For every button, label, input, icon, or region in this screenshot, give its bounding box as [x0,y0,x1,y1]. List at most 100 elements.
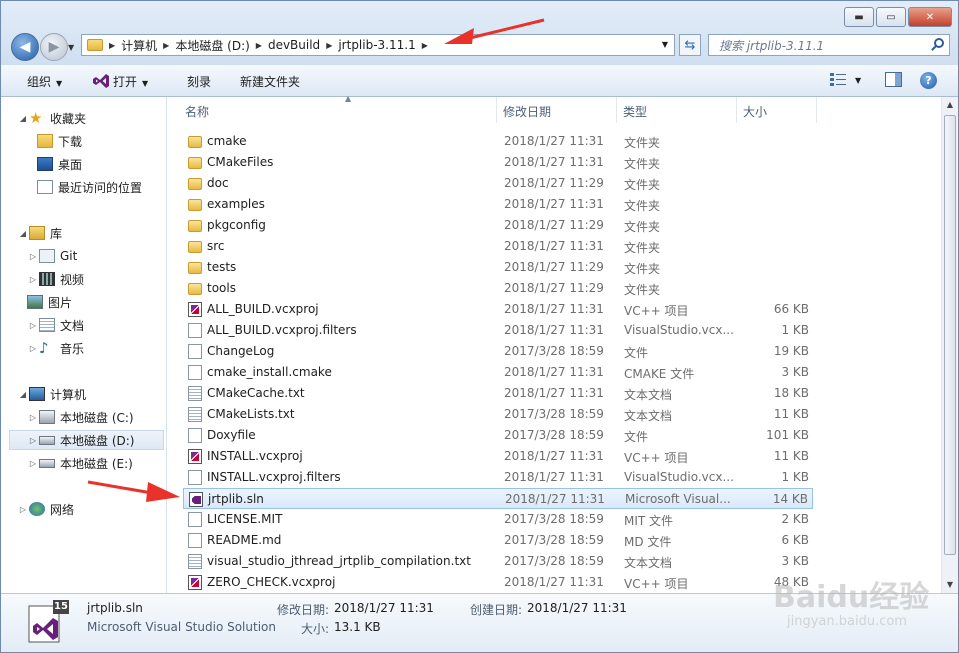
sidebar-item-downloads[interactable]: 下载 [37,131,82,151]
sidebar-network[interactable]: ▷ 网络 [17,499,74,519]
file-row[interactable]: INSTALL.vcxproj.filters 2018/1/27 11:31 Vi… [183,467,813,488]
close-button[interactable]: ✕ [908,7,952,27]
column-header-size[interactable]: 大小 [737,97,817,123]
chevron-right-icon[interactable]: ▶ [109,41,115,50]
sidebar-item-pictures[interactable]: 图片 [27,292,72,312]
chevron-right-icon[interactable]: ▶ [326,41,332,50]
back-button[interactable]: ◀ [11,33,39,61]
file-row[interactable]: CMakeLists.txt 2017/3/28 18:59 文本文档 11 KB [183,404,813,425]
expand-arrow-icon[interactable]: ◢ [17,229,29,238]
sidebar-favorites[interactable]: ◢ ★ 收藏夹 [17,108,86,128]
file-row[interactable]: ALL_BUILD.vcxproj.filters 2018/1/27 11:31… [183,320,813,341]
open-button[interactable]: 打开 ▼ [93,73,148,90]
address-bar[interactable]: ▶ 计算机 ▶ 本地磁盘 (D:) ▶ devBuild ▶ jrtplib-3… [81,34,675,56]
recent-pages-dropdown[interactable]: ▼ [68,43,74,52]
file-row[interactable]: doc 2018/1/27 11:29 文件夹 [183,173,813,194]
maximize-button[interactable]: ▭ [876,7,906,27]
file-date: 2017/3/28 18:59 [504,428,604,442]
file-row[interactable]: CMakeCache.txt 2018/1/27 11:31 文本文档 18 KB [183,383,813,404]
sidebar-item-documents[interactable]: ▷ 文档 [27,315,84,335]
file-row[interactable]: README.md 2017/3/28 18:59 MD 文件 6 KB [183,530,813,551]
file-row[interactable]: CMakeFiles 2018/1/27 11:31 文件夹 [183,152,813,173]
recent-places-icon [37,180,53,194]
collapse-arrow-icon[interactable]: ▷ [27,413,39,422]
burn-button[interactable]: 刻录 [187,73,211,90]
file-row[interactable]: ALL_BUILD.vcxproj 2018/1/27 11:31 VC++ 项目 6… [183,299,813,320]
file-row[interactable]: ZERO_CHECK.vcxproj 2018/1/27 11:31 VC++ 项目… [183,572,813,593]
sidebar-item-label: 音乐 [60,341,85,356]
vertical-scrollbar[interactable]: ▲ ▼ [941,97,958,593]
breadcrumb-computer[interactable]: 计算机 [121,37,157,54]
file-row[interactable]: Doxyfile 2017/3/28 18:59 文件 101 KB [183,425,813,446]
chevron-right-icon[interactable]: ▶ [256,41,262,50]
help-icon: ? [920,72,937,89]
breadcrumb-drive-d[interactable]: 本地磁盘 (D:) [175,37,249,54]
expand-arrow-icon[interactable]: ◢ [17,390,29,399]
scroll-down-icon[interactable]: ▼ [942,577,958,593]
file-type: 文件夹 [624,220,661,234]
file-row[interactable]: LICENSE.MIT 2017/3/28 18:59 MIT 文件 2 KB [183,509,813,530]
video-library-icon [39,272,55,286]
breadcrumb-devbuild[interactable]: devBuild [268,38,320,52]
file-row[interactable]: pkgconfig 2018/1/27 11:29 文件夹 [183,215,813,236]
view-options-dropdown[interactable]: ▼ [855,76,861,85]
file-row[interactable]: jrtplib.sln 2018/1/27 11:31 Microsoft Visu… [183,488,813,509]
collapse-arrow-icon[interactable]: ▷ [27,344,39,353]
search-input[interactable] [717,36,931,56]
file-date: 2018/1/27 11:31 [504,323,604,337]
file-row[interactable]: tests 2018/1/27 11:29 文件夹 [183,257,813,278]
help-button[interactable]: ? [920,72,937,89]
file-row[interactable]: cmake 2018/1/27 11:31 文件夹 [183,131,813,152]
column-header-name[interactable]: 名称 ▲ [179,94,497,123]
file-row[interactable]: tools 2018/1/27 11:29 文件夹 [183,278,813,299]
file-row[interactable]: visual_studio_jthread_jrtplib_compilatio… [183,551,813,572]
sidebar-item-desktop[interactable]: 桌面 [37,154,82,174]
file-row[interactable]: cmake_install.cmake 2018/1/27 11:31 CMAKE … [183,362,813,383]
search-icon[interactable] [934,38,944,48]
sidebar-item-videos[interactable]: ▷ 视频 [27,269,84,289]
sidebar-item-music[interactable]: ▷ ♪ 音乐 [27,338,84,358]
sidebar-computer[interactable]: ◢ 计算机 [17,384,86,404]
collapse-arrow-icon[interactable]: ▷ [17,505,29,514]
address-history-dropdown[interactable]: ▼ [662,40,668,49]
file-date: 2018/1/27 11:29 [504,260,604,274]
sidebar-item-recent-places[interactable]: 最近访问的位置 [37,177,142,197]
file-row[interactable]: examples 2018/1/27 11:31 文件夹 [183,194,813,215]
collapse-arrow-icon[interactable]: ▷ [27,459,39,468]
scrollbar-thumb[interactable] [944,115,956,555]
sidebar-item-drive-d[interactable]: ▷ 本地磁盘 (D:) [9,430,164,450]
column-header-date[interactable]: 修改日期 [497,97,617,123]
chevron-down-icon: ▼ [142,79,149,88]
collapse-arrow-icon[interactable]: ▷ [27,252,39,261]
expand-arrow-icon[interactable]: ◢ [17,114,29,123]
sidebar-item-drive-c[interactable]: ▷ 本地磁盘 (C:) [27,407,134,427]
watermark-url: jingyan.baidu.com [787,614,907,629]
refresh-button[interactable]: ⇆ [679,34,701,56]
collapse-arrow-icon[interactable]: ▷ [27,275,39,284]
organize-button[interactable]: 组织 ▼ [27,73,62,90]
sidebar-item-label: 本地磁盘 (D:) [60,433,135,448]
new-folder-button[interactable]: 新建文件夹 [240,73,300,90]
folder-icon [188,199,202,211]
file-type: CMAKE 文件 [624,367,695,381]
scroll-up-icon[interactable]: ▲ [942,97,958,113]
collapse-arrow-icon[interactable]: ▷ [27,436,39,445]
breadcrumb-jrtplib[interactable]: jrtplib-3.11.1 [338,38,415,52]
sidebar-item-git[interactable]: ▷ Git [27,246,77,266]
search-box[interactable] [708,34,950,56]
chevron-right-icon[interactable]: ▶ [422,41,428,50]
chevron-right-icon[interactable]: ▶ [163,41,169,50]
details-file-name: jrtplib.sln [87,601,143,615]
file-date: 2017/3/28 18:59 [504,554,604,568]
forward-button[interactable]: ▶ [40,33,68,61]
sidebar-libraries[interactable]: ◢ 库 [17,223,62,243]
file-row[interactable]: INSTALL.vcxproj 2018/1/27 11:31 VC++ 项目 11 … [183,446,813,467]
minimize-button[interactable]: ▬ [844,7,874,27]
file-row[interactable]: ChangeLog 2017/3/28 18:59 文件 19 KB [183,341,813,362]
preview-pane-button[interactable] [885,72,902,90]
file-row[interactable]: src 2018/1/27 11:31 文件夹 [183,236,813,257]
collapse-arrow-icon[interactable]: ▷ [27,321,39,330]
column-header-type[interactable]: 类型 [617,97,737,123]
change-view-button[interactable] [830,72,846,89]
sidebar-item-drive-e[interactable]: ▷ 本地磁盘 (E:) [27,453,133,473]
